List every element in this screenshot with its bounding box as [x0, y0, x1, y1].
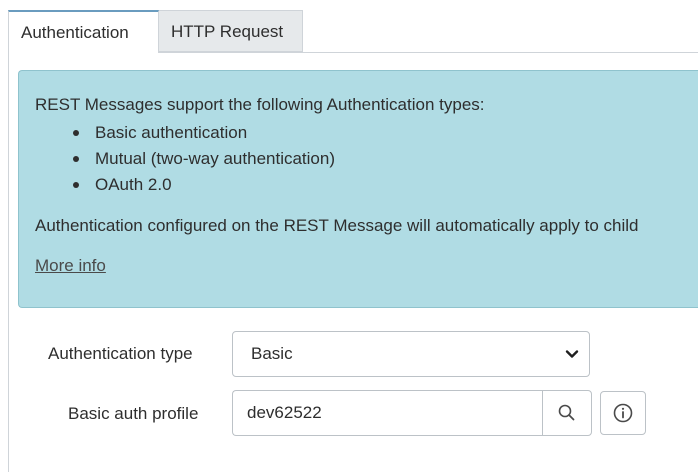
bullet-icon	[73, 130, 79, 136]
basic-auth-profile-input[interactable]: dev62522	[232, 390, 542, 436]
list-item: Mutual (two-way authentication)	[69, 146, 335, 172]
info-note-text: Authentication configured on the REST Me…	[35, 216, 639, 235]
bullet-icon	[73, 182, 79, 188]
tab-bar: Authentication HTTP Request	[8, 10, 698, 53]
search-icon	[558, 404, 575, 421]
info-icon	[613, 403, 633, 423]
tab-authentication[interactable]: Authentication	[8, 10, 159, 53]
auth-type-value: Basic	[251, 344, 293, 363]
list-item: OAuth 2.0	[69, 172, 335, 198]
auth-type-select[interactable]: Basic	[232, 331, 590, 377]
info-message-box: REST Messages support the following Auth…	[18, 70, 698, 308]
basic-auth-profile-label: Basic auth profile	[68, 404, 199, 423]
auth-type-label: Authentication type	[48, 344, 193, 363]
info-intro-text: REST Messages support the following Auth…	[35, 95, 485, 114]
lookup-button[interactable]	[542, 390, 592, 436]
chevron-down-icon	[565, 350, 579, 358]
tab-http-request[interactable]: HTTP Request	[159, 10, 303, 52]
basic-auth-profile-field: dev62522	[232, 390, 592, 436]
auth-types-list: Basic authentication Mutual (two-way aut…	[69, 120, 335, 198]
preview-info-button[interactable]	[600, 391, 646, 435]
bullet-icon	[73, 156, 79, 162]
list-item: Basic authentication	[69, 120, 335, 146]
more-info-link[interactable]: More info	[35, 256, 106, 276]
